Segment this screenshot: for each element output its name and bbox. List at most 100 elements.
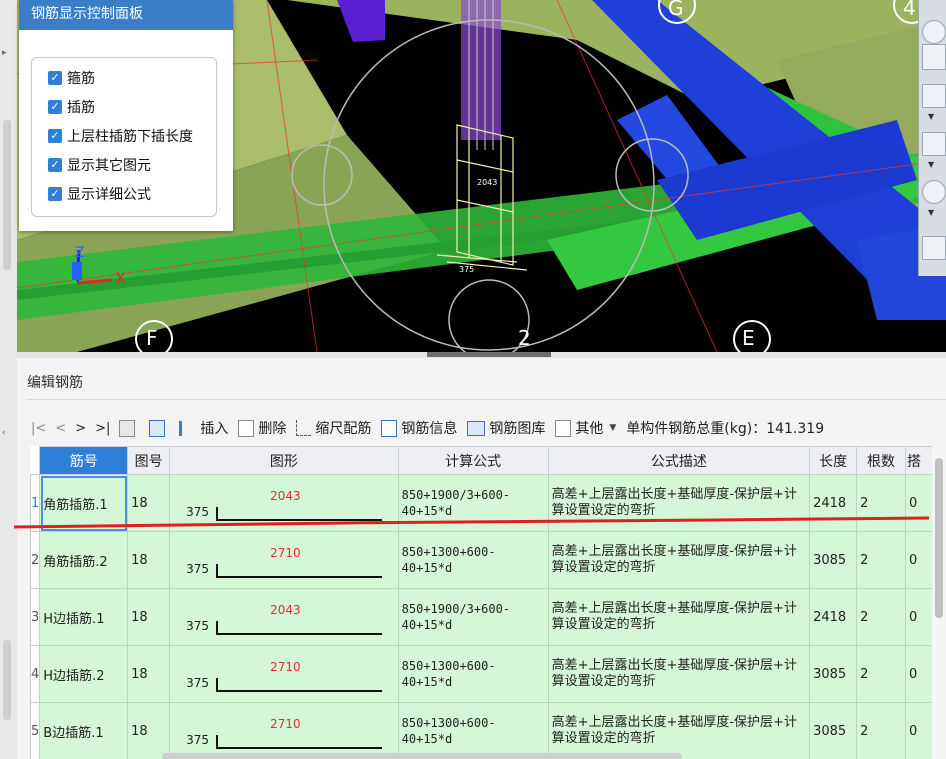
chevron-down-icon[interactable]: ▼ xyxy=(928,160,934,169)
formula-desc-cell[interactable]: 高差+上层露出长度+基础厚度-保护层+计算设置设定的弯折 xyxy=(547,531,811,589)
length-cell[interactable]: 3085 xyxy=(809,645,858,703)
left-scrollbar[interactable] xyxy=(3,120,11,270)
scale-rebar-button[interactable]: 缩尺配筋 xyxy=(296,418,371,438)
rotate-view-icon[interactable] xyxy=(922,180,946,204)
bar-name-cell[interactable]: B边插筋.1 xyxy=(39,702,129,759)
bar-name-cell[interactable]: H边插筋.2 xyxy=(39,645,129,703)
rebar-editor-panel: 编辑钢筋 |< < > >| 插入 删除 缩尺配筋 钢筋信息 钢筋图库 其他 ▼… xyxy=(17,358,946,759)
document-icon xyxy=(381,419,398,437)
formula-desc-cell[interactable]: 高差+上层露出长度+基础厚度-保护层+计算设置设定的弯折 xyxy=(547,702,811,759)
rebar-library-button[interactable]: 钢筋图库 xyxy=(467,418,545,438)
move-up-icon xyxy=(119,419,136,437)
column-header-fig-no[interactable]: 图号 xyxy=(127,446,171,475)
count-cell[interactable]: 2 xyxy=(856,702,906,759)
fig-no-cell[interactable]: 18 xyxy=(127,645,171,703)
purple-column-top xyxy=(337,0,385,42)
shape-cell[interactable]: 375 2710 xyxy=(169,645,399,703)
cage-dim-2043: 2043 xyxy=(477,178,497,187)
checkbox-checked-icon[interactable]: ✓ xyxy=(48,129,62,143)
count-cell[interactable]: 2 xyxy=(856,531,906,589)
shape-main-length: 2043 xyxy=(270,603,301,617)
dropdown-arrow-icon: ▼ xyxy=(609,423,617,433)
delete-button[interactable]: 删除 xyxy=(238,418,286,438)
length-cell[interactable]: 3085 xyxy=(809,531,858,589)
column-header-formula[interactable]: 计算公式 xyxy=(397,446,549,475)
fig-no-cell[interactable]: 18 xyxy=(127,588,171,646)
box-view-icon[interactable] xyxy=(922,84,946,108)
count-cell[interactable]: 2 xyxy=(856,645,906,703)
option-upper-dowel-length[interactable]: ✓ 上层柱插筋下插长度 xyxy=(48,126,193,146)
column-header-length[interactable]: 长度 xyxy=(809,446,858,475)
column-header-shape[interactable]: 图形 xyxy=(169,446,399,475)
move-down-button[interactable] xyxy=(149,419,169,437)
shape-cell[interactable]: 375 2043 xyxy=(169,588,399,646)
bar-name-cell[interactable]: H边插筋.1 xyxy=(39,588,129,646)
length-cell[interactable]: 2418 xyxy=(809,588,858,646)
option-stirrup[interactable]: ✓ 箍筋 xyxy=(48,68,95,88)
formula-desc-cell[interactable]: 高差+上层露出长度+基础厚度-保护层+计算设置设定的弯折 xyxy=(547,588,811,646)
divider xyxy=(27,399,946,400)
grid-vertical-scrollbar[interactable] xyxy=(932,446,946,759)
orbit-view-icon[interactable] xyxy=(922,20,946,44)
next-record-button[interactable]: > xyxy=(75,421,86,436)
formula-cell[interactable]: 850+1300+600-40+15*d xyxy=(397,531,549,589)
gizmo-x-label: X xyxy=(115,269,126,288)
option-show-other-elements[interactable]: ✓ 显示其它图元 xyxy=(48,155,151,175)
rebar-info-label: 钢筋信息 xyxy=(401,421,458,437)
checkbox-checked-icon[interactable]: ✓ xyxy=(48,158,62,172)
move-up-button[interactable] xyxy=(119,419,139,437)
table-row[interactable]: 3 H边插筋.1 18 375 2043 850+1900/3+600-40+1… xyxy=(30,588,946,646)
first-record-button[interactable]: |< xyxy=(31,421,46,436)
checkbox-checked-icon[interactable]: ✓ xyxy=(48,187,62,201)
dock-arrow-icon[interactable]: ▸ xyxy=(2,48,7,58)
insert-icon xyxy=(179,420,196,436)
table-row[interactable]: 5 B边插筋.1 18 375 2710 850+1300+600-40+15*… xyxy=(30,702,946,759)
rebar-grid: 筋号 图号 图形 计算公式 公式描述 长度 根数 搭 1 角筋插筋.1 18 3… xyxy=(30,446,946,759)
last-record-button[interactable]: >| xyxy=(95,421,110,436)
bar-name-cell[interactable]: 角筋插筋.2 xyxy=(39,531,129,589)
checkbox-checked-icon[interactable]: ✓ xyxy=(48,71,62,85)
count-cell[interactable]: 2 xyxy=(856,588,906,646)
axis-label-2: 2 xyxy=(518,326,531,350)
option-label: 上层柱插筋下插长度 xyxy=(67,129,193,145)
rebar-shape-drawing xyxy=(216,678,383,692)
length-cell[interactable]: 3085 xyxy=(809,702,858,759)
formula-cell[interactable]: 850+1300+600-40+15*d xyxy=(397,645,549,703)
shape-cell[interactable]: 375 2710 xyxy=(169,531,399,589)
option-show-detail-formula[interactable]: ✓ 显示详细公式 xyxy=(48,184,151,204)
view-toolbar: ▼ ▼ ▼ xyxy=(918,0,946,276)
option-dowel[interactable]: ✓ 插筋 xyxy=(48,97,95,117)
checkbox-checked-icon[interactable]: ✓ xyxy=(48,100,62,114)
zoom-view-icon[interactable] xyxy=(922,44,946,70)
shape-main-length: 2710 xyxy=(270,546,301,560)
grid-view-icon[interactable] xyxy=(922,236,946,260)
chevron-down-icon[interactable]: ▼ xyxy=(928,112,934,121)
other-menu-button[interactable]: 其他 ▼ xyxy=(555,418,616,438)
prev-record-button[interactable]: < xyxy=(55,421,66,436)
shape-base-length: 375 xyxy=(186,619,210,633)
column-header-formula-desc[interactable]: 公式描述 xyxy=(547,446,811,475)
formula-desc-cell[interactable]: 高差+上层露出长度+基础厚度-保护层+计算设置设定的弯折 xyxy=(547,645,811,703)
insert-button[interactable]: 插入 xyxy=(179,418,228,438)
other-icon xyxy=(555,419,572,437)
grid-horizontal-scrollbar[interactable] xyxy=(162,753,682,759)
shape-cell[interactable]: 375 2710 xyxy=(169,702,399,759)
dock-collapse-icon[interactable]: ‹ xyxy=(2,428,6,438)
table-row[interactable]: 2 角筋插筋.2 18 375 2710 850+1300+600-40+15*… xyxy=(30,531,946,589)
axis-label-g: G xyxy=(668,0,684,20)
table-row[interactable]: 4 H边插筋.2 18 375 2710 850+1300+600-40+15*… xyxy=(30,645,946,703)
shape-base-length: 375 xyxy=(186,562,210,576)
column-header-bar-no[interactable]: 筋号 xyxy=(39,446,129,475)
chevron-down-icon[interactable]: ▼ xyxy=(928,208,934,217)
left-scrollbar-lower[interactable] xyxy=(3,640,11,720)
splitter-grip[interactable] xyxy=(427,352,551,357)
fig-no-cell[interactable]: 18 xyxy=(127,531,171,589)
cube-view-icon[interactable] xyxy=(922,132,946,156)
rebar-info-button[interactable]: 钢筋信息 xyxy=(381,418,457,438)
scrollbar-thumb[interactable] xyxy=(935,458,943,618)
fig-no-cell[interactable]: 18 xyxy=(127,702,171,759)
formula-cell[interactable]: 850+1900/3+600-40+15*d xyxy=(397,588,549,646)
shape-main-length: 2710 xyxy=(270,660,301,674)
formula-cell[interactable]: 850+1300+600-40+15*d xyxy=(397,702,549,759)
column-header-count[interactable]: 根数 xyxy=(856,446,906,475)
